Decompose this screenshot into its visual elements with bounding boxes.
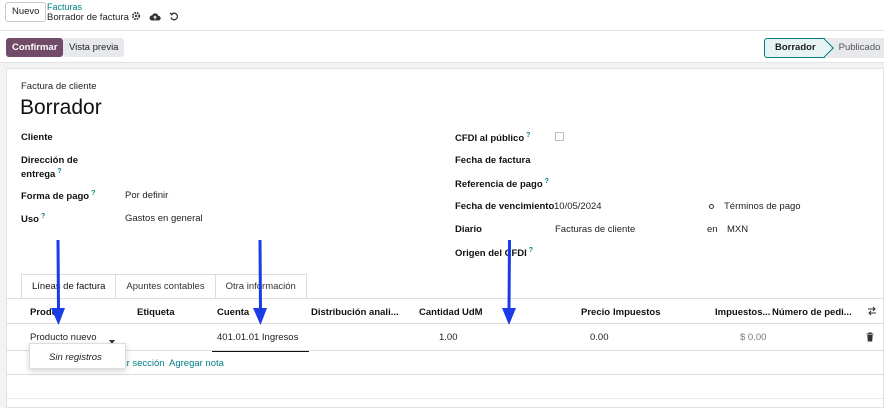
annotation-arrow-producto bbox=[51, 240, 65, 325]
help-icon[interactable]: ? bbox=[41, 213, 45, 220]
new-button[interactable]: Nuevo bbox=[5, 2, 47, 22]
annotation-arrow-cuenta bbox=[253, 240, 267, 325]
status-draft[interactable]: Borrador bbox=[764, 38, 825, 58]
col-etiqueta[interactable]: Etiqueta bbox=[137, 307, 174, 318]
empty-row bbox=[7, 375, 884, 399]
cliente-label: Cliente bbox=[21, 132, 53, 143]
vencimiento-label: Fecha de vencimiento bbox=[455, 201, 555, 212]
status-bar: Borrador Publicado bbox=[764, 38, 884, 58]
col-udm[interactable]: UdM bbox=[462, 307, 483, 318]
action-bar: Confirmar Vista previa Borrador Publicad… bbox=[0, 31, 884, 63]
help-icon[interactable]: ? bbox=[91, 190, 95, 197]
doc-type-label: Factura de cliente bbox=[21, 81, 97, 92]
radio-or-icon bbox=[709, 204, 714, 209]
help-icon[interactable]: ? bbox=[545, 178, 549, 185]
page-title: Borrador bbox=[20, 96, 102, 119]
breadcrumb-parent[interactable]: Facturas bbox=[47, 2, 82, 12]
col-impuestos[interactable]: Impuestos bbox=[613, 307, 661, 318]
product-autocomplete-dropdown: Sin registros bbox=[29, 343, 126, 369]
cell-cuenta[interactable]: 401.01.01 Ingresos bbox=[217, 332, 298, 343]
forma-pago-value[interactable]: Por definir bbox=[125, 190, 168, 201]
cloud-upload-icon[interactable] bbox=[149, 12, 161, 21]
currency-prefix: en bbox=[707, 224, 718, 235]
add-note-link[interactable]: Agregar nota bbox=[169, 358, 224, 369]
col-cantidad[interactable]: Cantidad bbox=[419, 307, 460, 318]
top-bar: Nuevo Facturas Borrador de factura bbox=[0, 0, 884, 31]
add-lines-row: gar sección Agregar nota bbox=[7, 351, 884, 375]
col-precio[interactable]: Precio bbox=[581, 307, 610, 318]
breadcrumb-current: Borrador de factura bbox=[47, 12, 129, 23]
fecha-factura-label: Fecha de factura bbox=[455, 155, 531, 166]
cell-subtotal: $ 0.00 bbox=[740, 332, 767, 343]
diario-value[interactable]: Facturas de cliente bbox=[555, 224, 635, 235]
cell-precio[interactable]: 0.00 bbox=[590, 332, 609, 343]
col-cuenta[interactable]: Cuenta bbox=[217, 307, 249, 318]
referencia-input[interactable] bbox=[554, 176, 704, 190]
cfdi-label: CFDI al público bbox=[455, 133, 525, 145]
direccion-input[interactable] bbox=[124, 155, 324, 169]
invoice-form: Factura de cliente Borrador Cliente Dire… bbox=[6, 68, 884, 408]
cell-producto[interactable]: Producto nuevo bbox=[30, 332, 97, 343]
col-numero-pedido[interactable]: Número de pedi... bbox=[772, 307, 852, 318]
cell-cantidad[interactable]: 1.00 bbox=[439, 332, 458, 343]
trash-icon[interactable] bbox=[866, 332, 874, 345]
record-actions bbox=[131, 11, 179, 21]
uso-label: Uso bbox=[21, 214, 39, 226]
col-impuestos-incl[interactable]: Impuestos... bbox=[715, 307, 770, 318]
col-distribucion[interactable]: Distribución anali... bbox=[311, 307, 399, 318]
undo-icon[interactable] bbox=[169, 11, 179, 21]
help-icon[interactable]: ? bbox=[57, 168, 61, 175]
confirm-button[interactable]: Confirmar bbox=[6, 38, 64, 57]
fecha-factura-input[interactable] bbox=[554, 153, 704, 167]
currency-value[interactable]: MXN bbox=[727, 224, 748, 235]
uso-value[interactable]: Gastos en general bbox=[125, 213, 203, 224]
annotation-arrow-udm bbox=[502, 240, 516, 325]
vencimiento-value[interactable]: 10/05/2024 bbox=[554, 201, 602, 212]
help-icon[interactable]: ? bbox=[526, 132, 530, 139]
no-records-text: Sin registros bbox=[49, 352, 102, 363]
help-icon[interactable]: ? bbox=[529, 247, 533, 254]
cfdi-checkbox[interactable] bbox=[555, 132, 564, 141]
preview-button[interactable]: Vista previa bbox=[63, 38, 125, 57]
column-settings-icon[interactable] bbox=[867, 306, 877, 319]
cliente-input[interactable] bbox=[124, 129, 324, 143]
gear-icon[interactable] bbox=[131, 11, 141, 21]
table-header: Produ Etiqueta Cuenta Distribución anali… bbox=[7, 299, 884, 324]
direccion-label-1: Dirección de bbox=[21, 155, 79, 166]
forma-pago-label: Forma de pago bbox=[21, 191, 90, 203]
referencia-label: Referencia de pago bbox=[455, 179, 543, 191]
direccion-label-2: entrega bbox=[21, 169, 56, 181]
tab-lineas-factura[interactable]: Líneas de factura bbox=[21, 274, 117, 298]
tab-apuntes-contables[interactable]: Apuntes contables bbox=[115, 274, 216, 298]
terminos-pago-link[interactable]: Términos de pago bbox=[724, 201, 801, 212]
diario-label: Diario bbox=[455, 224, 482, 235]
table-row[interactable]: Producto nuevo 401.01.01 Ingresos 1.00 0… bbox=[7, 324, 884, 351]
